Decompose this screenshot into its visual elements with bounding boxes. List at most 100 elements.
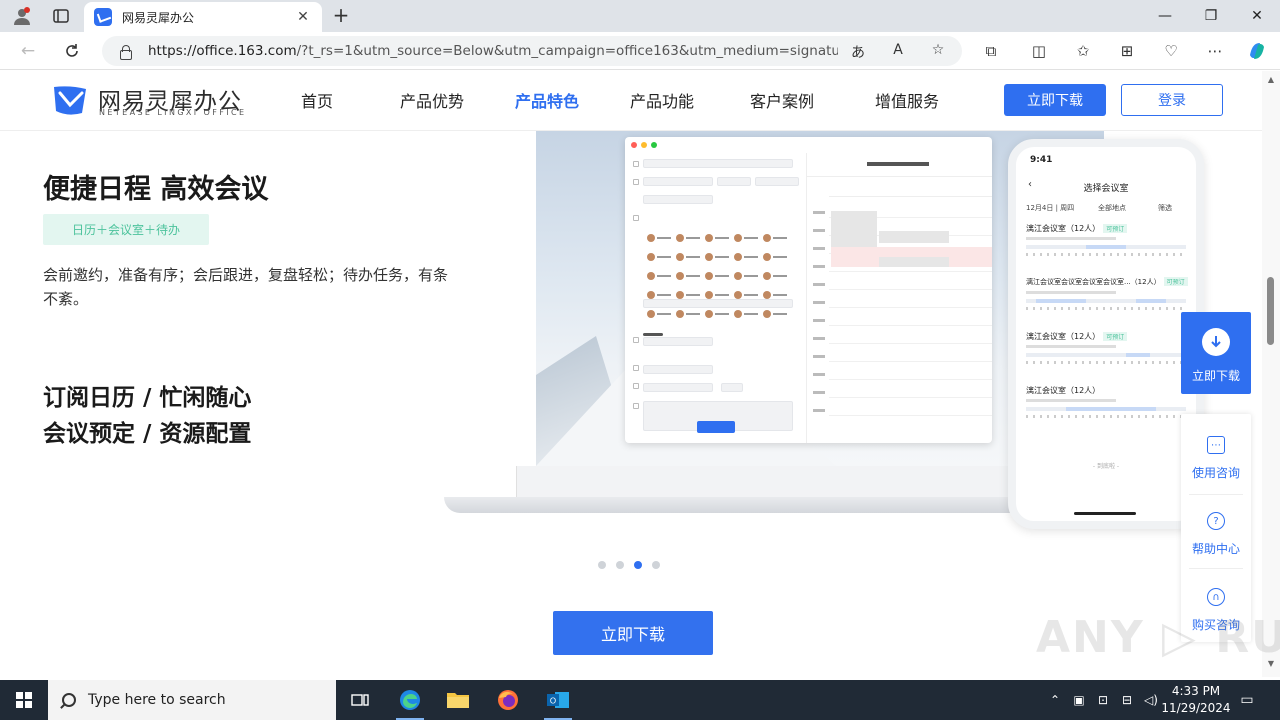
headset-icon: ∩ <box>1207 588 1225 606</box>
carousel-dot-1[interactable] <box>598 561 606 569</box>
tab-title: 网易灵犀办公 <box>122 10 195 25</box>
nav-features[interactable]: 产品特色 <box>515 88 579 112</box>
download-arrow-icon <box>1202 328 1230 356</box>
profile-icon[interactable] <box>8 5 36 27</box>
phone-filter-place: 全部地点 <box>1098 204 1126 212</box>
site-header: 网易灵犀办公 NETEASE LINGXI OFFICE 首页 产品优势 产品特… <box>0 71 1262 131</box>
usage-consult-button[interactable]: ⋯ 使用咨询 <box>1181 418 1251 490</box>
nav-functions[interactable]: 产品功能 <box>630 88 694 112</box>
edge-taskbar-icon[interactable] <box>386 680 434 720</box>
windows-taskbar: Type here to search O ⌃ ▣ ⊡ ⊟ ◁) 4:33 PM… <box>0 680 1280 720</box>
nav-advantages[interactable]: 产品优势 <box>400 88 464 112</box>
search-icon <box>62 693 76 707</box>
svg-text:O: O <box>550 697 556 706</box>
phone-room-1: 漓江会议室（12人） 可预订 <box>1026 223 1128 234</box>
taskbar-clock[interactable]: 4:33 PM 11/29/2024 <box>1160 683 1232 717</box>
phone-room-4: 漓江会议室（12人） <box>1026 386 1101 395</box>
login-button[interactable]: 登录 <box>1121 84 1223 116</box>
phone-home-indicator <box>1074 512 1136 515</box>
firefox-icon[interactable] <box>484 680 532 720</box>
browser-tab-active[interactable]: 网易灵犀办公 ✕ <box>84 2 322 32</box>
phone-time: 9:41 <box>1030 155 1053 165</box>
floating-download-button[interactable]: 立即下载 <box>1181 312 1251 394</box>
windows-logo-icon <box>16 692 32 708</box>
phone-title: 选择会议室 <box>1083 184 1129 194</box>
calendar-app-mockup <box>625 137 992 443</box>
floating-download-label: 立即下载 <box>1191 369 1240 383</box>
feature-subtitle-1: 订阅日历 / 忙闲随心 <box>43 385 252 411</box>
phone-end-text: - 到底啦 - <box>1092 463 1120 470</box>
outlook-icon[interactable]: O <box>534 680 582 720</box>
browser-toolbar: ← https://office.163.com/?t_rs=1&utm_sou… <box>0 32 1280 70</box>
tray-chevron-icon[interactable]: ⌃ <box>1046 691 1064 709</box>
feature-title: 便捷日程 高效会议 <box>43 174 269 205</box>
save-button-mockup <box>697 421 735 433</box>
notifications-icon[interactable]: ▭ <box>1238 691 1256 709</box>
translate-icon[interactable]: あ <box>848 42 868 61</box>
phone-room-2: 漓江会议室会议室会议室会议室...（12人） 可预订 <box>1026 277 1188 287</box>
chat-icon: ⋯ <box>1207 436 1225 454</box>
browser-tab-bar: 网易灵犀办公 ✕ + — ❐ ✕ <box>0 0 1280 32</box>
page-scrollbar[interactable]: ▲ ▼ <box>1262 71 1280 677</box>
back-icon[interactable]: ← <box>14 38 42 64</box>
feature-subtitle-2: 会议预定 / 资源配置 <box>43 421 252 447</box>
volume-icon[interactable]: ◁) <box>1142 691 1160 709</box>
help-center-label: 帮助中心 <box>1191 542 1240 556</box>
floating-help-panel: ⋯ 使用咨询 ? 帮助中心 ∩ 购买咨询 <box>1181 414 1251 642</box>
usage-consult-label: 使用咨询 <box>1191 466 1240 480</box>
new-tab-button[interactable]: + <box>330 4 352 28</box>
minimize-button[interactable]: — <box>1142 0 1188 32</box>
feature-tag: 日历＋会议室＋待办 <box>43 214 209 245</box>
split-screen-icon[interactable]: ◫ <box>1028 41 1050 61</box>
nav-services[interactable]: 增值服务 <box>875 88 939 112</box>
lock-icon[interactable] <box>118 44 132 60</box>
collections-icon[interactable]: ⊞ <box>1116 41 1138 61</box>
copilot-icon[interactable] <box>1246 41 1268 61</box>
browser-essentials-icon[interactable]: ♡ <box>1160 41 1182 61</box>
more-menu-icon[interactable]: ⋯ <box>1204 41 1226 61</box>
favorite-star-icon[interactable]: ☆ <box>928 42 948 60</box>
nav-cases[interactable]: 客户案例 <box>750 88 814 112</box>
read-aloud-icon[interactable]: A <box>888 42 908 60</box>
product-illustration: 9:41 ‹ 选择会议室 12月4日 | 周四 全部地点 筛选 漓江会议室（12… <box>440 131 1210 531</box>
clock-date: 11/29/2024 <box>1161 701 1231 715</box>
taskbar-search[interactable]: Type here to search <box>48 680 336 720</box>
taskbar-search-placeholder: Type here to search <box>88 692 226 708</box>
tab-close-icon[interactable]: ✕ <box>294 9 312 25</box>
tray-security-icon[interactable]: ⊡ <box>1094 691 1112 709</box>
favorites-icon[interactable]: ✩ <box>1072 41 1094 61</box>
nav-home[interactable]: 首页 <box>301 88 333 112</box>
web-page: 网易灵犀办公 NETEASE LINGXI OFFICE 首页 产品优势 产品特… <box>0 71 1262 677</box>
phone-mockup: 9:41 ‹ 选择会议室 12月4日 | 周四 全部地点 筛选 漓江会议室（12… <box>1008 139 1204 529</box>
main-download-button[interactable]: 立即下载 <box>553 611 713 655</box>
lingxi-logo-icon[interactable] <box>52 83 88 117</box>
network-icon[interactable]: ⊟ <box>1118 691 1136 709</box>
close-window-button[interactable]: ✕ <box>1234 0 1280 32</box>
help-center-button[interactable]: ? 帮助中心 <box>1181 494 1251 566</box>
logo-subtext: NETEASE LINGXI OFFICE <box>99 108 247 117</box>
phone-room-3: 漓江会议室（12人） 可预订 <box>1026 331 1128 342</box>
address-bar[interactable]: https://office.163.com/?t_rs=1&utm_sourc… <box>102 36 962 66</box>
tray-outlook-icon[interactable]: ▣ <box>1070 691 1088 709</box>
header-download-button[interactable]: 立即下载 <box>1004 84 1106 116</box>
scroll-up-icon[interactable]: ▲ <box>1266 75 1276 84</box>
phone-filter-sort: 筛选 <box>1158 204 1172 212</box>
start-button[interactable] <box>0 680 48 720</box>
carousel-dot-3[interactable] <box>634 561 642 569</box>
maximize-button[interactable]: ❐ <box>1188 0 1234 32</box>
carousel-dot-4[interactable] <box>652 561 660 569</box>
question-icon: ? <box>1207 512 1225 530</box>
tab-actions-icon[interactable] <box>48 5 74 27</box>
refresh-icon[interactable] <box>58 38 86 64</box>
task-view-icon[interactable] <box>336 680 384 720</box>
phone-filter-date: 12月4日 | 周四 <box>1026 204 1075 212</box>
clock-time: 4:33 PM <box>1171 684 1221 698</box>
scrollbar-thumb[interactable] <box>1267 277 1274 345</box>
url-text: https://office.163.com/?t_rs=1&utm_sourc… <box>148 43 838 59</box>
carousel-dot-2[interactable] <box>616 561 624 569</box>
anyrun-watermark: ANY ▷ RUN <box>1036 612 1280 663</box>
feature-description: 会前邀约，准备有序；会后跟进，复盘轻松；待办任务，有条不紊。 <box>43 266 449 308</box>
file-explorer-icon[interactable] <box>434 680 482 720</box>
carousel-indicators <box>598 561 660 569</box>
extensions-icon[interactable]: ⧉ <box>980 41 1002 61</box>
